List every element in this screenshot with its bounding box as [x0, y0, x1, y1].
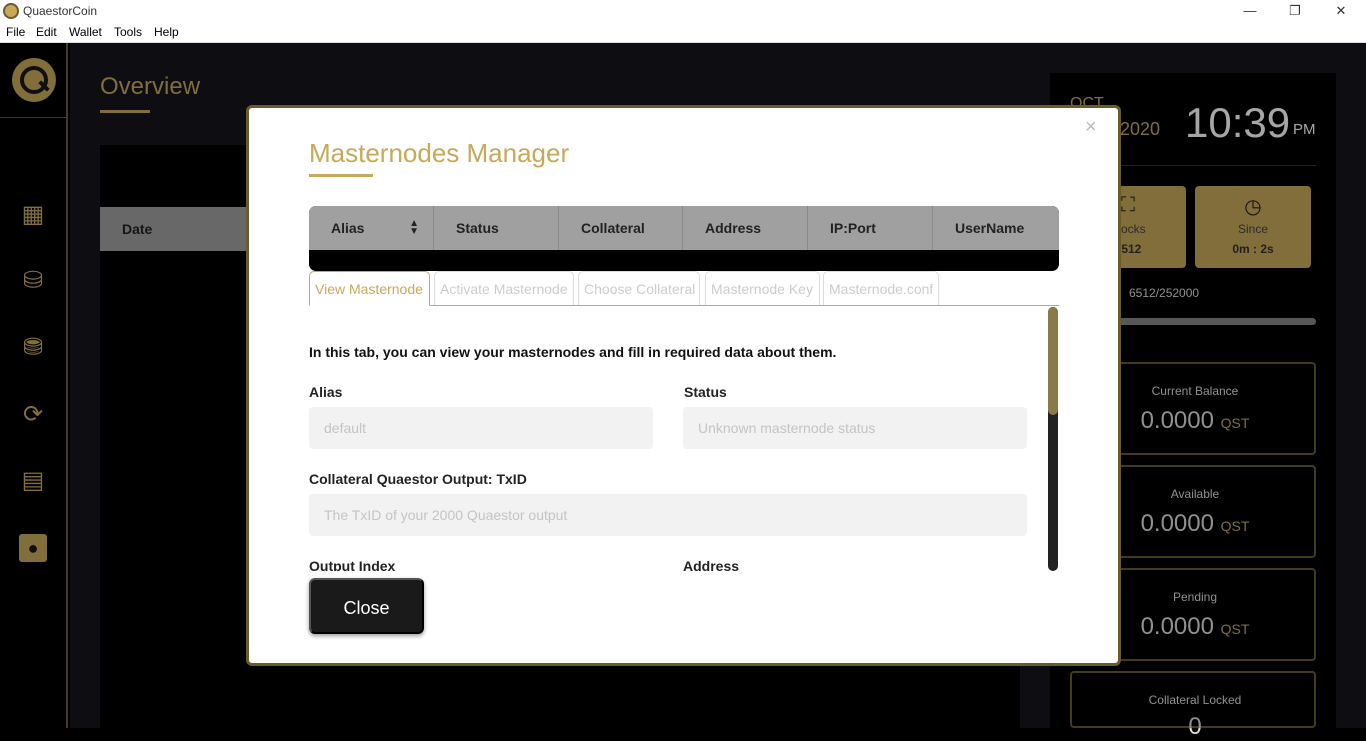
tab-masternode-conf[interactable]: Masternode.conf	[823, 271, 939, 305]
scrollbar[interactable]	[1048, 307, 1058, 571]
menu-help[interactable]: Help	[154, 25, 179, 39]
tab-choose-collateral[interactable]: Choose Collateral	[578, 271, 700, 305]
tab-activate-masternode[interactable]: Activate Masternode	[434, 271, 574, 305]
dialog-title: Masternodes Manager	[309, 138, 570, 168]
view-masternode-panel: In this tab, you can view your masternod…	[309, 307, 1049, 571]
dialog-close-icon[interactable]: ×	[1085, 116, 1097, 139]
column-alias[interactable]: Alias ▲ ▼	[309, 206, 434, 250]
app-logo-icon	[3, 3, 19, 19]
output-index-label: Output Index	[309, 558, 396, 571]
tab-masternode-key[interactable]: Masternode Key	[705, 271, 820, 305]
title-bar: QuaestorCoin — ❐ ✕	[0, 0, 1366, 23]
column-collateral[interactable]: Collateral	[559, 206, 683, 250]
masternodes-manager-dialog: × Masternodes Manager Alias ▲ ▼ Status Co…	[246, 105, 1121, 666]
address-label: Address	[683, 558, 740, 571]
status-input[interactable]	[683, 407, 1027, 449]
txid-label: Collateral Quaestor Output: TxID	[309, 471, 527, 487]
restore-button[interactable]: ❐	[1272, 0, 1318, 23]
column-status[interactable]: Status	[434, 206, 559, 250]
scrollbar-thumb[interactable]	[1048, 307, 1058, 415]
tab-description: In this tab, you can view your masternod…	[309, 344, 837, 360]
txid-input[interactable]	[309, 494, 1027, 536]
menu-bar: File Edit Wallet Tools Help	[0, 23, 1366, 43]
menu-file[interactable]: File	[6, 25, 25, 39]
sort-icon[interactable]: ▲ ▼	[409, 219, 419, 237]
alias-label: Alias	[309, 384, 343, 400]
close-window-button[interactable]: ✕	[1318, 0, 1364, 23]
status-label: Status	[684, 384, 727, 400]
menu-edit[interactable]: Edit	[36, 25, 57, 39]
column-ip-port[interactable]: IP:Port	[808, 206, 933, 250]
close-button[interactable]: Close	[309, 578, 424, 634]
window-title: QuaestorCoin	[23, 4, 98, 18]
menu-wallet[interactable]: Wallet	[69, 25, 102, 39]
dialog-title-underline	[309, 174, 373, 177]
tab-view-masternode[interactable]: View Masternode	[309, 271, 430, 306]
alias-input[interactable]	[309, 407, 653, 449]
masternodes-table: Alias ▲ ▼ Status Collateral Address IP:Po…	[309, 206, 1059, 271]
menu-tools[interactable]: Tools	[114, 25, 142, 39]
column-address[interactable]: Address	[683, 206, 808, 250]
masternodes-table-header: Alias ▲ ▼ Status Collateral Address IP:Po…	[309, 206, 1059, 250]
minimize-button[interactable]: —	[1227, 0, 1273, 23]
column-username[interactable]: UserName	[933, 206, 1059, 250]
